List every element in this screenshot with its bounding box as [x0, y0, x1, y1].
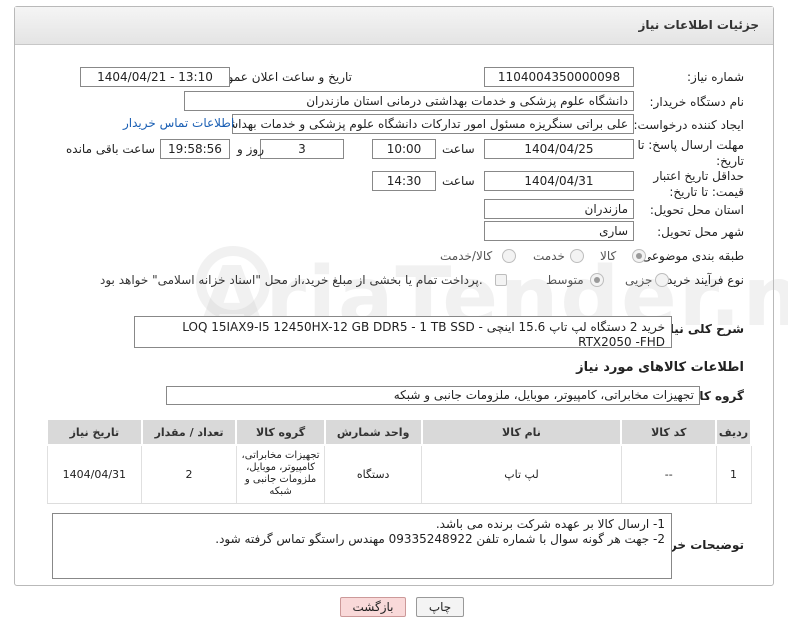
category-label: طبقه بندی موضوعی:: [637, 249, 744, 263]
remaining-time-field: 19:58:56: [160, 139, 230, 159]
province-label: استان محل تحویل:: [649, 203, 744, 217]
col-code: کد کالا: [620, 418, 718, 446]
category-radio-goods-service[interactable]: [502, 249, 516, 263]
process-option-minor: جزیی: [625, 273, 653, 287]
category-radio-goods[interactable]: [632, 249, 646, 263]
cell-name: لپ تاپ: [421, 444, 622, 504]
reply-deadline-label: مهلت ارسال پاسخ: تا تاریخ:: [637, 138, 744, 168]
creator-label: ایجاد کننده درخواست:: [633, 118, 744, 132]
announce-date-field: 1404/04/21 - 13:10: [80, 67, 230, 87]
goods-section-title: اطلاعات کالاهای مورد نیاز: [576, 360, 744, 375]
need-number-field: 1104004350000098: [484, 67, 634, 87]
cell-unit: دستگاه: [324, 444, 423, 504]
reply-deadline-time-field: 10:00: [372, 139, 436, 159]
buyer-contact-link[interactable]: اطلاعات تماس خریدار: [123, 116, 234, 130]
reply-deadline-date-field: 1404/04/25: [484, 139, 634, 159]
print-button[interactable]: چاپ: [416, 597, 464, 617]
col-qty: تعداد / مقدار: [140, 418, 238, 446]
goods-table: ردیف کد کالا نام کالا واحد شمارش گروه کا…: [46, 418, 752, 504]
cell-code: --: [620, 444, 717, 504]
cell-group: تجهیزات مخابراتی، کامپیوتر، موبایل، ملزو…: [235, 444, 326, 504]
col-unit: واحد شمارش: [323, 418, 423, 446]
treasury-checkbox[interactable]: [495, 274, 507, 286]
process-option-medium: متوسط: [546, 273, 584, 287]
back-button[interactable]: بازگشت: [340, 597, 406, 617]
buyer-org-label: نام دستگاه خریدار:: [649, 95, 745, 109]
remaining-time-label: ساعت باقی مانده: [66, 142, 156, 156]
process-label: نوع فرآیند خرید :: [659, 273, 744, 287]
province-field: مازندران: [484, 199, 634, 219]
cell-row: 1: [715, 444, 752, 504]
col-row: ردیف: [715, 418, 752, 446]
cell-date: 1404/04/31: [46, 444, 143, 504]
need-number-label: شماره نیاز:: [687, 70, 744, 84]
category-option-goods-service: کالا/خدمت: [440, 249, 493, 263]
reply-deadline-time-label: ساعت: [442, 142, 475, 156]
category-option-service: خدمت: [533, 249, 565, 263]
price-validity-time-label: ساعت: [442, 174, 475, 188]
buyer-org-field: دانشگاه علوم پزشکی و خدمات بهداشتی درمان…: [184, 91, 634, 111]
col-group: گروه کالا: [235, 418, 326, 446]
city-field: ساری: [484, 221, 634, 241]
price-validity-date-field: 1404/04/31: [484, 171, 634, 191]
reply-days-label: روز و: [237, 142, 264, 156]
panel-title: جزئیات اطلاعات نیاز: [638, 18, 759, 32]
table-row: 1 -- لپ تاپ دستگاه تجهیزات مخابراتی، کام…: [46, 444, 752, 504]
category-option-goods: کالا: [600, 249, 617, 263]
buyer-notes-field: 1- ارسال کالا بر عهده شرکت برنده می باشد…: [52, 513, 672, 579]
col-date: تاریخ نیاز: [46, 418, 143, 446]
goods-group-field: تجهیزات مخابراتی، کامپیوتر، موبایل، ملزو…: [166, 386, 700, 405]
col-name: نام کالا: [420, 418, 623, 446]
category-radio-service[interactable]: [570, 249, 584, 263]
buyer-note-line-2: 2- جهت هر گونه سوال با شماره تلفن 093352…: [215, 532, 665, 546]
process-radio-minor[interactable]: [655, 273, 669, 287]
treasury-note: پرداخت تمام یا بخشی از مبلغ خرید،از محل …: [100, 273, 483, 287]
panel-header: جزئیات اطلاعات نیاز: [15, 7, 773, 45]
reply-days-field: 3: [260, 139, 344, 159]
price-validity-label: حداقل تاریخ اعتبار قیمت: تا تاریخ:: [653, 169, 744, 199]
city-label: شهر محل تحویل:: [657, 225, 744, 239]
cell-qty: 2: [141, 444, 237, 504]
process-radio-medium[interactable]: [590, 273, 604, 287]
creator-field: علی براتی سنگریزه مسئول امور تدارکات دان…: [232, 114, 634, 134]
description-field: خرید 2 دستگاه لپ تاپ 15.6 اینچی LOQ 15IA…: [134, 316, 672, 348]
description-text: خرید 2 دستگاه لپ تاپ 15.6 اینچی LOQ 15IA…: [182, 320, 665, 348]
price-validity-time-field: 14:30: [372, 171, 436, 191]
buyer-note-line-1: 1- ارسال کالا بر عهده شرکت برنده می باشد…: [435, 517, 665, 531]
